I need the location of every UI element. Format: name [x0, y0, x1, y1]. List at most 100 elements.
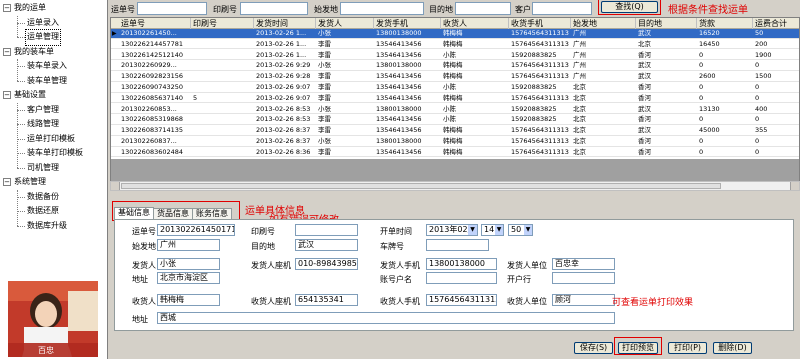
- horizontal-scrollbar[interactable]: [110, 181, 800, 191]
- receiver-input[interactable]: 韩梅梅: [157, 294, 220, 306]
- table-row[interactable]: 130226092823156 2013-02-26 9:28 李雷 13546413…: [111, 72, 799, 82]
- receiver-phone-label: 收货人座机: [251, 297, 291, 306]
- table-cell: 0: [699, 50, 704, 59]
- column-header[interactable]: 印刷号: [191, 18, 254, 29]
- plate-input[interactable]: [426, 239, 489, 251]
- tree-connector: [17, 225, 25, 227]
- tree-connector: [17, 66, 25, 67]
- column-header[interactable]: 发货时间: [254, 18, 316, 29]
- bank-input[interactable]: [552, 272, 615, 284]
- tree-group-item[interactable]: 系统管理 −: [0, 175, 107, 190]
- scroll-right-arrow-icon[interactable]: [790, 182, 799, 190]
- column-header[interactable]: 始发地: [571, 18, 636, 29]
- sender-address-input[interactable]: 北京市海淀区: [157, 272, 220, 284]
- table-cell: 13546413456: [376, 126, 422, 135]
- search-button[interactable]: 查找(Q): [601, 1, 658, 13]
- waybill-search-input[interactable]: [137, 2, 207, 15]
- origin-label: 始发地: [132, 242, 156, 251]
- table-cell: 韩梅梅: [443, 126, 463, 135]
- tab-basic-info[interactable]: 基础信息: [114, 207, 154, 219]
- account-name-input[interactable]: [426, 272, 497, 284]
- receiver-mobile-input[interactable]: 15764564311313: [426, 294, 497, 306]
- origin-search-input[interactable]: [340, 2, 424, 15]
- tree-group-item[interactable]: 基础设置 −: [0, 88, 107, 103]
- table-row[interactable]: 201302260853... 2013-02-26 8:53 小张 13800138…: [111, 104, 799, 115]
- waybill-table[interactable]: 运单号 印刷号 发货时间 发货人 发货手机 收货人 收货手机 始发地 目的地 货款 运费合计 ▶ 20…: [110, 17, 800, 191]
- column-header[interactable]: 收货人: [441, 18, 509, 29]
- table-row[interactable]: 201302260929... 2013-02-26 9:29 小张 13800138…: [111, 61, 799, 71]
- table-cell: 15920883825: [511, 104, 557, 113]
- chevron-down-icon: ▼: [495, 225, 503, 235]
- origin-input[interactable]: 广州: [157, 239, 220, 251]
- table-cell: 韩梅梅: [443, 29, 463, 37]
- customer-search-input[interactable]: [532, 2, 592, 15]
- table-cell: 0: [699, 83, 704, 91]
- sender-mobile-input[interactable]: 13800138000: [426, 258, 497, 270]
- table-cell: 韩梅梅: [443, 72, 463, 81]
- collapse-icon[interactable]: −: [3, 91, 11, 99]
- print-preview-button[interactable]: 打印预览: [618, 342, 658, 354]
- table-row[interactable]: 130226090743250 2013-02-26 9:07 李雷 13546413…: [111, 83, 799, 93]
- column-header[interactable]: 收货手机: [509, 18, 571, 29]
- destination-input[interactable]: 武汉: [295, 239, 358, 251]
- table-row[interactable]: 130226214457781 2013-02-26 1... 李雷 13546413…: [111, 40, 799, 50]
- table-row[interactable]: 201302260837... 2013-02-26 8:37 小张 13800138…: [111, 137, 799, 147]
- tree-connector: [17, 138, 25, 140]
- start-hour-select[interactable]: 14 ▼: [481, 224, 504, 236]
- search-bar: 运单号 印刷号 始发地 目的地 客户 查找(Q) 根据条件查找运单: [109, 0, 800, 18]
- table-cell: 小张: [318, 29, 331, 37]
- tree-group-item[interactable]: 我的装车单 −: [0, 45, 107, 60]
- table-cell: 0: [755, 147, 760, 156]
- receiver-address-label: 地址: [132, 315, 148, 324]
- column-header[interactable]: 发货人: [316, 18, 374, 29]
- sender-unit-label: 发货人单位: [507, 261, 547, 270]
- table-cell: 15920883825: [511, 83, 557, 91]
- tree-group-item[interactable]: 我的运单 −: [0, 1, 107, 16]
- column-header[interactable]: 运费合计: [753, 18, 799, 29]
- table-row[interactable]: 130226085637140 5 2013-02-26 9:07 李雷 1354641…: [111, 94, 799, 104]
- collapse-icon[interactable]: −: [3, 4, 11, 12]
- table-cell: [191, 83, 254, 93]
- table-cell: 李雷: [318, 147, 331, 156]
- portrait-image: 百忠: [8, 281, 98, 357]
- collapse-icon[interactable]: −: [3, 178, 11, 186]
- waybill-input[interactable]: 20130226145017126: [157, 224, 235, 236]
- column-header[interactable]: 发货手机: [374, 18, 441, 29]
- delete-button[interactable]: 删除(D): [713, 342, 752, 354]
- save-button[interactable]: 保存(S): [574, 342, 613, 354]
- dest-search-input[interactable]: [455, 2, 511, 15]
- table-row[interactable]: ▶ 201302261450... 2013-02-26 1... 小张 1380013…: [111, 29, 799, 39]
- sender-unit-input[interactable]: 百忠幸: [552, 258, 615, 270]
- receiver-unit-input[interactable]: 顾河: [552, 294, 615, 306]
- collapse-icon[interactable]: −: [3, 47, 11, 56]
- table-cell: 李雷: [318, 83, 331, 91]
- column-header[interactable]: 目的地: [636, 18, 697, 29]
- table-row[interactable]: 130226142512140 2013-02-26 1... 李雷 13546413…: [111, 50, 799, 61]
- table-row[interactable]: 130226083714135 2013-02-26 8:37 李雷 13546413…: [111, 126, 799, 136]
- print-no-search-input[interactable]: [240, 2, 308, 15]
- tree-items: 我的运单 − 运单录入 运单管理 我的装车单 − 装车单录入 装车单管理 基础设置 − 客户管理 线路…: [0, 1, 107, 233]
- tree-item-label: 运单录入: [27, 17, 59, 27]
- tree-item-label: 系统管理: [14, 177, 46, 186]
- receiver-address-input[interactable]: 西城: [157, 312, 615, 324]
- scroll-left-arrow-icon[interactable]: [111, 182, 120, 190]
- sender-phone-input[interactable]: 010-89843985: [295, 258, 358, 270]
- table-cell: 广州: [573, 61, 586, 70]
- table-cell: [191, 105, 254, 115]
- table-cell: 小张: [318, 104, 331, 113]
- table-cell: 201302260837...: [121, 137, 177, 145]
- column-header[interactable]: 货款: [697, 18, 753, 29]
- start-minute-select[interactable]: 50 ▼: [508, 224, 533, 236]
- column-header[interactable]: 运单号: [119, 18, 191, 29]
- table-cell: 武汉: [638, 72, 651, 81]
- print-button[interactable]: 打印(P): [668, 342, 707, 354]
- scroll-thumb[interactable]: [121, 183, 721, 189]
- table-row[interactable]: 130226085319868 2013-02-26 8:53 李雷 13546413…: [111, 115, 799, 125]
- start-date-select[interactable]: 2013年02月 ▼: [426, 224, 478, 236]
- tab-account-info[interactable]: 账务信息: [192, 208, 232, 219]
- receiver-phone-input[interactable]: 654135341: [295, 294, 358, 306]
- tab-goods-info[interactable]: 货品信息: [153, 208, 193, 219]
- print-no-input[interactable]: [295, 224, 358, 236]
- table-row[interactable]: 130226083602484 2013-02-26 8:36 李雷 13546413…: [111, 147, 799, 158]
- sender-input[interactable]: 小张: [157, 258, 220, 270]
